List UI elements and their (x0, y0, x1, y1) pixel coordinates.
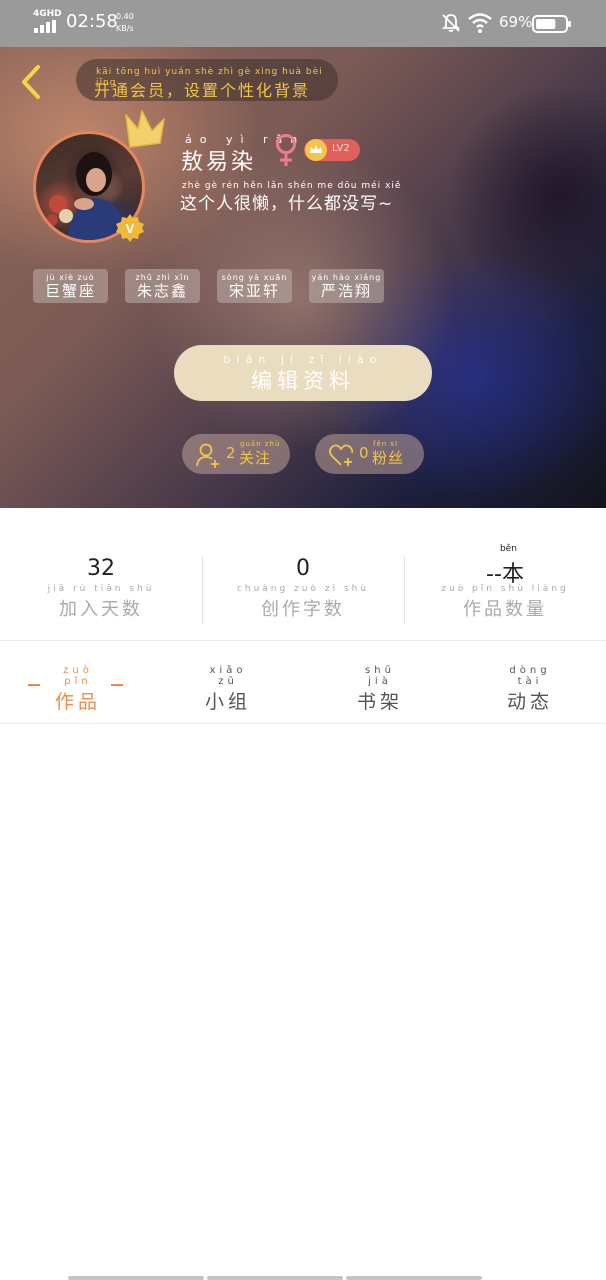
verified-badge-icon: V (116, 214, 144, 242)
back-arrow-icon[interactable] (14, 63, 48, 101)
profile-header: kāi tōng huì yuán shè zhì gè xìng huà bè… (0, 47, 606, 508)
stat-value: 0 (296, 556, 310, 581)
stat-label-text: 作品数量 (463, 599, 547, 620)
tag-label: 宋亚轩 (228, 282, 280, 300)
stat-words-written: 0 chuàng zuò zì shù 创作字数 (202, 556, 404, 621)
stat-label-pinyin: chuàng zuò zì shù (236, 584, 370, 594)
follow-count-button[interactable]: 2 guān zhù 关注 (182, 434, 290, 474)
bio-text: 这个人很懒，什么都没写~ (180, 194, 394, 214)
clock: 02:58 (66, 11, 118, 32)
vip-banner[interactable]: kāi tōng huì yuán shè zhì gè xìng huà bè… (76, 59, 338, 101)
signal-icon (34, 20, 56, 33)
wifi-icon (468, 13, 492, 33)
nav-indicator-segment (68, 1276, 204, 1280)
tab-activity[interactable]: dòng tài 动态 (502, 665, 558, 714)
stat-label-text: 加入天数 (59, 599, 143, 620)
tab-label: 书架 (356, 691, 403, 713)
stat-unit: běn 本 (500, 544, 524, 588)
tag-label: 朱志鑫 (136, 282, 188, 300)
active-tab-dash-right (111, 684, 123, 686)
fans-label: 粉丝 (372, 449, 405, 467)
tab-pinyin: zuò pǐn (63, 665, 93, 687)
bell-muted-icon (441, 14, 461, 32)
tab-pinyin: shū jià (365, 665, 395, 687)
battery-percent: 69% (499, 13, 533, 31)
network-speed-value: 0.40 (116, 12, 134, 21)
tag-item[interactable]: yán hào xiáng 严浩翔 (309, 269, 384, 303)
nav-indicator-segment (346, 1276, 482, 1280)
fans-count: 0 (359, 444, 369, 462)
heart-plus-icon (329, 444, 354, 466)
tab-label: 动态 (506, 691, 553, 713)
stat-label: zuò pǐn shù liàng 作品数量 (404, 584, 606, 621)
tag-list: jù xiè zuò 巨蟹座 zhū zhì xīn 朱志鑫 sòng yà x… (33, 269, 384, 303)
tab-pinyin: xiǎo zǔ (209, 665, 247, 687)
network-type: 4GHD (33, 9, 62, 19)
tab-works[interactable]: zuò pǐn 作品 (50, 665, 106, 714)
stats-row: 32 jiā rù tiān shù 加入天数 0 chuàng zuò zì … (0, 508, 606, 640)
edit-profile-pinyin: biān jí zī liào (223, 353, 383, 366)
status-bar: 4GHD 02:58 0.40 KB/s 69% (0, 0, 606, 47)
stat-unit-pinyin: běn (499, 544, 517, 554)
stat-label-pinyin: jiā rù tiān shù (47, 584, 155, 594)
stat-label: chuàng zuò zì shù 创作字数 (202, 584, 404, 621)
edit-profile-label: 编辑资料 (251, 369, 355, 393)
tab-bookshelf[interactable]: shū jià 书架 (352, 665, 408, 714)
follow-label: 关注 (239, 449, 272, 467)
stat-label-text: 创作字数 (261, 599, 345, 620)
tab-pinyin: dòng tài (509, 665, 551, 687)
system-nav-indicator[interactable] (68, 1276, 482, 1280)
tab-label: 作品 (54, 691, 101, 713)
tag-item[interactable]: jù xiè zuò 巨蟹座 (33, 269, 108, 303)
edit-profile-button[interactable]: biān jí zī liào 编辑资料 (174, 345, 432, 401)
stat-value: 32 (87, 556, 115, 581)
fans-count-button[interactable]: 0 fěn sī 粉丝 (315, 434, 424, 474)
tag-item[interactable]: sòng yà xuān 宋亚轩 (217, 269, 292, 303)
stat-value-row: -- běn 本 (404, 544, 606, 587)
tag-item[interactable]: zhū zhì xīn 朱志鑫 (125, 269, 200, 303)
tag-label: 巨蟹座 (44, 282, 96, 300)
female-icon (276, 134, 296, 166)
active-tab-dash-left (28, 684, 40, 686)
level-text: LV2 (332, 143, 350, 154)
network-speed: 0.40 KB/s (116, 11, 134, 35)
tag-label: 严浩翔 (320, 282, 372, 300)
stat-days-joined: 32 jiā rù tiān shù 加入天数 (0, 556, 202, 621)
crown-icon (125, 110, 165, 148)
level-crown-icon (305, 139, 327, 161)
follow-count: 2 (226, 444, 236, 462)
tab-bar: zuò pǐn 作品 xiǎo zǔ 小组 shū jià 书架 dòng tà… (0, 641, 606, 723)
verified-badge-label: V (126, 221, 135, 236)
stat-label: jiā rù tiān shù 加入天数 (0, 584, 202, 621)
nav-indicator-segment (207, 1276, 343, 1280)
username: 敖易染 (181, 150, 257, 175)
level-badge: LV2 (304, 139, 360, 161)
vip-banner-text: 开通会员，设置个性化背景 (94, 81, 311, 100)
stat-works-count: -- běn 本 zuò pǐn shù liàng 作品数量 (404, 544, 606, 621)
network-speed-unit: KB/s (116, 24, 134, 33)
stat-unit-text: 本 (501, 562, 524, 587)
tab-label: 小组 (204, 691, 251, 713)
tab-groups[interactable]: xiǎo zǔ 小组 (200, 665, 256, 714)
divider (0, 723, 606, 724)
battery-icon (532, 15, 571, 33)
follow-user-icon (196, 443, 219, 468)
